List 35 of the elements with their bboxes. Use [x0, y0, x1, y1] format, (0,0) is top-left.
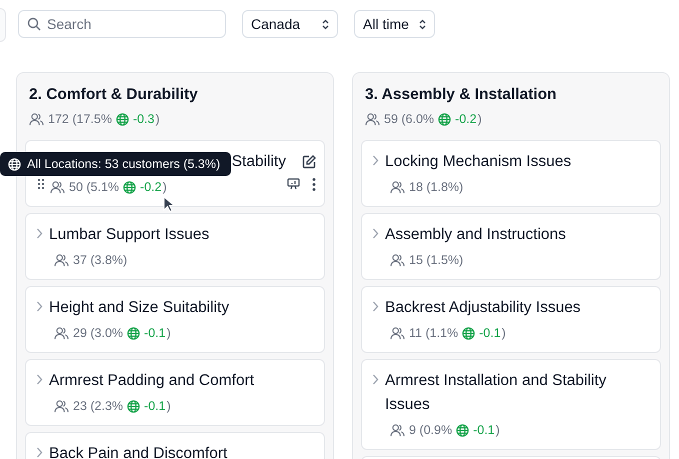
- count-text: 172 (17.5%: [48, 112, 112, 126]
- topic-title: Back Pain and Discomfort: [49, 444, 228, 459]
- score-text: -0.1: [479, 326, 501, 340]
- score-text: -0.2: [140, 180, 162, 194]
- paren-text: ): [502, 326, 506, 340]
- score-text: -0.2: [455, 112, 477, 126]
- topic-title: Locking Mechanism Issues: [385, 152, 572, 172]
- paren-text: ): [166, 326, 171, 340]
- category-title: 2. Comfort & Durability: [29, 86, 199, 104]
- count-text: 59 (6.0%: [384, 112, 434, 126]
- score-text: -0.1: [473, 423, 495, 437]
- paren-text: ): [496, 423, 500, 437]
- count-text: 37 (3.8%): [73, 253, 128, 267]
- count-text: 23 (2.3%: [73, 399, 124, 413]
- count-text: 50 (5.1%: [69, 180, 120, 194]
- score-text: -0.3: [132, 112, 154, 126]
- score-text: -0.1: [144, 326, 166, 340]
- tooltip-text: All Locations: 53 customers (5.3%): [27, 157, 220, 171]
- topic-title: Assembly and Instructions: [385, 225, 566, 245]
- paren-text: ): [162, 180, 167, 194]
- topic-title: Backrest Adjustability Issues: [385, 298, 581, 318]
- paren-text: ): [478, 112, 482, 126]
- count-text: 9 (0.9%: [409, 423, 452, 437]
- count-text: 11 (1.1%: [409, 326, 458, 340]
- topic-title: Height and Size Suitability: [49, 298, 230, 318]
- score-text: -0.1: [144, 399, 166, 413]
- category-title: 3. Assembly & Installation: [365, 86, 558, 104]
- count-text: 18 (1.8%): [409, 180, 464, 194]
- count-text: 15 (1.5%): [409, 253, 464, 267]
- count-text: 29 (3.0%: [73, 326, 124, 340]
- topic-title: Lumbar Support Issues: [49, 225, 210, 245]
- topic-title: Armrest Padding and Comfort: [49, 371, 254, 391]
- paren-text: ): [166, 399, 171, 413]
- paren-text: ): [155, 112, 160, 126]
- topic-title: Armrest Installation and Stability Issues: [385, 371, 608, 415]
